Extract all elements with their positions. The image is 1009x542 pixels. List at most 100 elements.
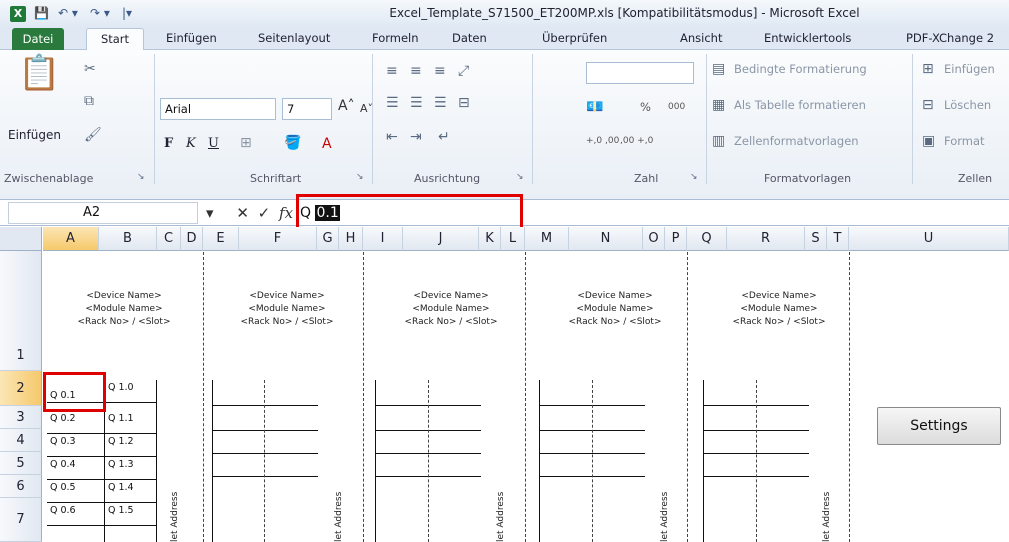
delete-cells-button[interactable]: Löschen <box>944 98 991 112</box>
tab-formulas[interactable]: Formeln <box>372 31 419 45</box>
paste-button[interactable]: Einfügen <box>8 128 61 142</box>
decrease-decimal-button[interactable]: ,00 +,0 <box>620 136 653 146</box>
column-header-f[interactable]: F <box>239 227 317 251</box>
column-header-i[interactable]: I <box>363 227 403 251</box>
number-format-box[interactable] <box>586 62 694 84</box>
cut-icon[interactable]: ✂ <box>84 62 96 76</box>
merge-center-icon[interactable]: ⊟ <box>458 96 470 110</box>
column-header-p[interactable]: P <box>665 227 687 251</box>
conditional-formatting-button[interactable]: Bedingte Formatierung <box>734 62 867 76</box>
column-header-q[interactable]: Q <box>687 227 727 251</box>
align-top-icon[interactable]: ≡ <box>386 64 398 78</box>
borders-icon[interactable]: ⊞ <box>240 136 252 150</box>
tab-data[interactable]: Daten <box>452 31 487 45</box>
format-cells-button[interactable]: Format <box>944 134 985 148</box>
tab-view[interactable]: Ansicht <box>680 31 722 45</box>
column-header-n[interactable]: N <box>569 227 643 251</box>
increase-decimal-button[interactable]: +,0 ,00 <box>586 136 619 146</box>
clipboard-launcher-icon[interactable]: ↘ <box>137 173 145 182</box>
column-header-s[interactable]: S <box>805 227 827 251</box>
tab-start[interactable]: Start <box>86 28 144 51</box>
tab-review[interactable]: Überprüfen <box>542 31 607 45</box>
column-header-k[interactable]: K <box>479 227 501 251</box>
cell-styles-button[interactable]: Zellenformatvorlagen <box>734 134 859 148</box>
cell-q-right[interactable]: Q 1.4 <box>108 482 134 493</box>
column-header-c[interactable]: C <box>157 227 181 251</box>
row-header-6[interactable]: 6 <box>0 475 42 498</box>
select-all-corner[interactable] <box>0 227 42 251</box>
cell-q-left[interactable]: Q 0.5 <box>50 482 76 493</box>
increase-indent-icon[interactable]: ⇥ <box>410 130 422 144</box>
column-header-o[interactable]: O <box>643 227 665 251</box>
cell-q-right[interactable]: Q 1.3 <box>108 459 134 470</box>
align-middle-icon[interactable]: ≡ <box>410 64 422 78</box>
name-box[interactable]: A2 <box>8 202 198 224</box>
row-header-3[interactable]: 3 <box>0 406 42 429</box>
grow-font-button[interactable]: A˄ <box>338 98 355 114</box>
format-as-table-icon[interactable]: ▦ <box>712 98 725 112</box>
row-header-2[interactable]: 2 <box>0 371 42 406</box>
row-header-4[interactable]: 4 <box>0 429 42 452</box>
paste-icon[interactable]: 📋 <box>18 56 60 90</box>
column-header-b[interactable]: B <box>99 227 157 251</box>
wrap-text-icon[interactable]: ↵ <box>438 130 450 144</box>
tab-insert[interactable]: Einfügen <box>166 31 217 45</box>
cell-q-left[interactable]: Q 0.2 <box>50 413 76 424</box>
cell-styles-icon[interactable]: ▥ <box>712 134 725 148</box>
font-name-box[interactable]: Arial <box>160 98 276 120</box>
row-header-5[interactable]: 5 <box>0 452 42 475</box>
name-box-dropdown-icon[interactable]: ▾ <box>206 204 214 222</box>
cell-q-right[interactable]: Q 1.5 <box>108 505 134 516</box>
font-color-button[interactable]: A <box>322 136 332 152</box>
column-header-t[interactable]: T <box>827 227 849 251</box>
tab-pdf-xchange[interactable]: PDF-XChange 2 <box>906 31 994 45</box>
column-header-a[interactable]: A <box>43 227 99 251</box>
insert-cells-icon[interactable]: ⊞ <box>922 62 934 76</box>
tab-file[interactable]: Datei <box>12 28 64 50</box>
cell-q-right[interactable]: Q 1.2 <box>108 436 134 447</box>
align-center-icon[interactable]: ☰ <box>410 96 423 110</box>
insert-cells-button[interactable]: Einfügen <box>944 62 995 76</box>
decrease-indent-icon[interactable]: ⇤ <box>386 130 398 144</box>
orientation-icon[interactable]: ⤢ <box>458 64 469 78</box>
tab-page-layout[interactable]: Seitenlayout <box>258 31 330 45</box>
cell-q-right[interactable]: Q 1.1 <box>108 413 134 424</box>
cell-q-left[interactable]: Q 0.3 <box>50 436 76 447</box>
column-header-r[interactable]: R <box>727 227 805 251</box>
column-header-m[interactable]: M <box>525 227 569 251</box>
column-header-l[interactable]: L <box>501 227 525 251</box>
font-size-box[interactable]: 7 <box>282 98 332 120</box>
fill-color-icon[interactable]: 🪣 <box>284 136 301 150</box>
format-cells-icon[interactable]: ▣ <box>922 134 935 148</box>
cell-q-left[interactable]: Q 0.4 <box>50 459 76 470</box>
settings-button[interactable]: Settings <box>877 407 1001 445</box>
column-header-d[interactable]: D <box>181 227 203 251</box>
cell-q-right[interactable]: Q 1.0 <box>108 382 134 393</box>
format-painter-icon[interactable]: 🖌 <box>84 128 102 142</box>
row-header-1[interactable]: 1 <box>0 251 42 371</box>
italic-button[interactable]: K <box>186 136 196 151</box>
column-header-j[interactable]: J <box>403 227 479 251</box>
cell-q-left[interactable]: Q 0.6 <box>50 505 76 516</box>
align-left-icon[interactable]: ☰ <box>386 96 399 110</box>
cancel-entry-icon[interactable]: ✕ <box>236 204 249 222</box>
thousands-button[interactable]: 000 <box>668 102 685 112</box>
conditional-formatting-icon[interactable]: ▤ <box>712 62 725 76</box>
column-header-g[interactable]: G <box>317 227 339 251</box>
align-right-icon[interactable]: ☰ <box>434 96 447 110</box>
currency-format-icon[interactable]: 💶 <box>586 100 603 114</box>
number-launcher-icon[interactable]: ↘ <box>690 173 698 182</box>
bold-button[interactable]: F <box>164 136 173 151</box>
delete-cells-icon[interactable]: ⊟ <box>922 98 934 112</box>
underline-button[interactable]: U <box>208 136 219 151</box>
column-header-h[interactable]: H <box>339 227 363 251</box>
align-bottom-icon[interactable]: ≡ <box>434 64 446 78</box>
column-header-e[interactable]: E <box>203 227 239 251</box>
font-launcher-icon[interactable]: ↘ <box>356 173 364 182</box>
column-header-u[interactable]: U <box>849 227 1009 251</box>
copy-icon[interactable]: ⧉ <box>84 94 94 108</box>
enter-entry-icon[interactable]: ✓ <box>258 204 271 222</box>
alignment-launcher-icon[interactable]: ↘ <box>516 173 524 182</box>
row-header-7[interactable]: 7 <box>0 498 42 542</box>
tab-developer[interactable]: Entwicklertools <box>764 31 851 45</box>
